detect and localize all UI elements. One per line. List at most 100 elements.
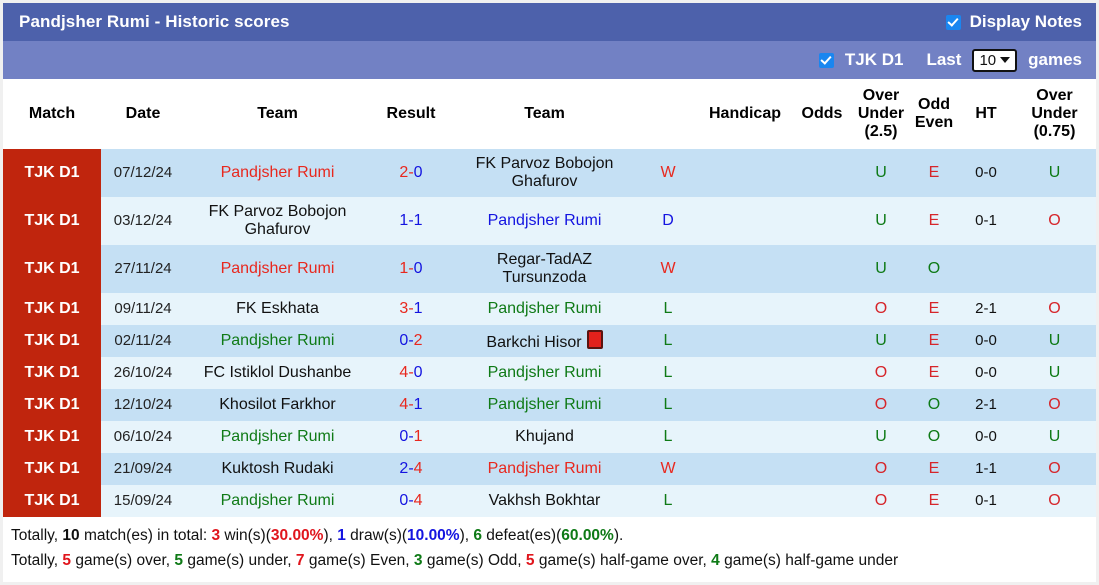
table-row[interactable]: TJK D1 26/10/24 FC Istiklol Dushanbe 4-0 Pan… xyxy=(3,357,1096,389)
oe-line1: Odd xyxy=(918,96,950,114)
filter-bar: TJK D1 Last 10 games xyxy=(3,41,1096,79)
cell-team-home[interactable]: Pandjsher Rumi xyxy=(185,485,370,517)
table-body: TJK D1 07/12/24 Pandjsher Rumi 2-0 FK Parvoz… xyxy=(3,149,1096,517)
chevron-down-icon xyxy=(1000,57,1011,63)
table-row[interactable]: TJK D1 15/09/24 Pandjsher Rumi 0-4 Vakhsh Bo… xyxy=(3,485,1096,517)
table-row[interactable]: TJK D1 03/12/24 FK Parvoz Bobojon Ghafurov… xyxy=(3,197,1096,245)
cell-team-away[interactable]: Barkchi Hisor xyxy=(452,325,637,357)
table-row[interactable]: TJK D1 27/11/24 Pandjsher Rumi 1-0 Regar-Tad… xyxy=(3,245,1096,293)
score-away: 1 xyxy=(413,395,423,413)
cell-result[interactable]: 0-4 xyxy=(370,485,452,517)
table-row[interactable]: TJK D1 02/11/24 Pandjsher Rumi 0-2 Barkchi H… xyxy=(3,325,1096,357)
cell-date: 21/09/24 xyxy=(113,460,173,478)
summary-even-count: 7 xyxy=(295,552,305,570)
column-header-handicap[interactable]: Handicap xyxy=(699,79,791,149)
games-count-value: 10 xyxy=(979,51,997,69)
cell-match[interactable]: TJK D1 xyxy=(3,245,101,293)
cell-match[interactable]: TJK D1 xyxy=(3,357,101,389)
score-away: 0 xyxy=(413,163,423,181)
column-header-result[interactable]: Result xyxy=(370,79,452,149)
cell-ht-score: 2-1 xyxy=(975,300,997,318)
cell-date: 15/09/24 xyxy=(113,492,173,510)
cell-match[interactable]: TJK D1 xyxy=(3,453,101,485)
column-header-over-under-075[interactable]: Over Under (0.75) xyxy=(1013,79,1096,149)
cell-odd-even: E xyxy=(928,491,940,509)
cell-ht-score: 0-1 xyxy=(975,212,997,230)
cell-odd-even: E xyxy=(928,211,940,229)
team-away-name: Pandjsher Rumi xyxy=(487,459,602,477)
cell-result[interactable]: 2-0 xyxy=(370,149,452,197)
cell-team-home[interactable]: Pandjsher Rumi xyxy=(185,149,370,197)
summary2-text-6: game(s) half-game under xyxy=(719,552,899,570)
column-header-match[interactable]: Match xyxy=(3,79,101,149)
cell-odds xyxy=(791,149,853,197)
team-away-name: Pandjsher Rumi xyxy=(487,299,602,317)
table-row[interactable]: TJK D1 21/09/24 Kuktosh Rudaki 2-4 Pandjsher… xyxy=(3,453,1096,485)
column-header-date[interactable]: Date xyxy=(101,79,185,149)
cell-team-away[interactable]: Pandjsher Rumi xyxy=(452,197,637,245)
cell-result[interactable]: 4-0 xyxy=(370,357,452,389)
cell-team-home[interactable]: Kuktosh Rudaki xyxy=(185,453,370,485)
cell-team-home[interactable]: Pandjsher Rumi xyxy=(185,421,370,453)
cell-team-home[interactable]: Pandjsher Rumi xyxy=(185,245,370,293)
cell-team-home[interactable]: FK Eskhata xyxy=(185,293,370,325)
cell-result[interactable]: 3-1 xyxy=(370,293,452,325)
table-row[interactable]: TJK D1 12/10/24 Khosilot Farkhor 4-1 Pandjsh… xyxy=(3,389,1096,421)
summary-win-pct: 30.00% xyxy=(270,527,324,544)
summary-defeat-pct: 60.00% xyxy=(561,527,614,544)
table-header-row: Match Date Team Result Team Handicap Odd… xyxy=(3,79,1096,149)
table-row[interactable]: TJK D1 06/10/24 Pandjsher Rumi 0-1 Khujand L U… xyxy=(3,421,1096,453)
cell-team-away[interactable]: Pandjsher Rumi xyxy=(452,293,637,325)
column-header-odds[interactable]: Odds xyxy=(791,79,853,149)
cell-match[interactable]: TJK D1 xyxy=(3,149,101,197)
column-header-over-under-25[interactable]: Over Under (2.5) xyxy=(853,79,909,149)
games-count-select[interactable]: 10 xyxy=(972,48,1018,72)
cell-date: 12/10/24 xyxy=(113,396,173,414)
cell-team-home[interactable]: Khosilot Farkhor xyxy=(185,389,370,421)
last-label: Last xyxy=(926,50,962,69)
column-header-team-home[interactable]: Team xyxy=(185,79,370,149)
cell-team-away[interactable]: Vakhsh Bokhtar xyxy=(452,485,637,517)
cell-team-away[interactable]: Pandjsher Rumi xyxy=(452,357,637,389)
cell-match[interactable]: TJK D1 xyxy=(3,325,101,357)
cell-result-indicator: L xyxy=(663,395,673,413)
cell-team-home[interactable]: FK Parvoz Bobojon Ghafurov xyxy=(185,197,370,245)
cell-team-away[interactable]: Pandjsher Rumi xyxy=(452,453,637,485)
column-header-team-away[interactable]: Team xyxy=(452,79,637,149)
cell-team-away[interactable]: Pandjsher Rumi xyxy=(452,389,637,421)
cell-match[interactable]: TJK D1 xyxy=(3,389,101,421)
cell-team-away[interactable]: Khujand xyxy=(452,421,637,453)
cell-match[interactable]: TJK D1 xyxy=(3,421,101,453)
table-row[interactable]: TJK D1 07/12/24 Pandjsher Rumi 2-0 FK Parvoz… xyxy=(3,149,1096,197)
summary-draw-pct: 10.00% xyxy=(407,527,460,544)
score-home: 3 xyxy=(399,299,409,317)
cell-team-away[interactable]: Regar-TadAZ Tursunzoda xyxy=(452,245,637,293)
oe-line2: Even xyxy=(914,114,954,131)
league-filter-checkbox[interactable] xyxy=(818,52,834,68)
table-row[interactable]: TJK D1 09/11/24 FK Eskhata 3-1 Pandjsher Rum… xyxy=(3,293,1096,325)
team-away-name: Vakhsh Bokhtar xyxy=(488,491,601,509)
cell-result[interactable]: 0-1 xyxy=(370,421,452,453)
cell-team-home[interactable]: Pandjsher Rumi xyxy=(185,325,370,357)
column-header-odd-even[interactable]: Odd Even xyxy=(909,79,959,149)
display-notes-checkbox[interactable] xyxy=(945,14,961,30)
cell-match[interactable]: TJK D1 xyxy=(3,197,101,245)
cell-team-home[interactable]: FC Istiklol Dushanbe xyxy=(185,357,370,389)
league-filter-label: TJK D1 xyxy=(844,50,904,69)
summary2-text-4: game(s) Odd, xyxy=(422,552,526,570)
cell-result[interactable]: 1-0 xyxy=(370,245,452,293)
historic-scores-table: Match Date Team Result Team Handicap Odd… xyxy=(3,79,1096,517)
summary2-text-1: game(s) over, xyxy=(71,552,175,570)
cell-match[interactable]: TJK D1 xyxy=(3,293,101,325)
summary-line-markets: Totally, 5 game(s) over, 5 game(s) under… xyxy=(11,548,1088,573)
cell-over-under-075: U xyxy=(1048,427,1061,445)
cell-result[interactable]: 1-1 xyxy=(370,197,452,245)
column-header-ht[interactable]: HT xyxy=(959,79,1013,149)
cell-ht-score: 0-1 xyxy=(975,492,997,510)
cell-team-away[interactable]: FK Parvoz Bobojon Ghafurov xyxy=(452,149,637,197)
score-away: 1 xyxy=(413,427,423,445)
cell-result[interactable]: 2-4 xyxy=(370,453,452,485)
cell-result[interactable]: 0-2 xyxy=(370,325,452,357)
cell-match[interactable]: TJK D1 xyxy=(3,485,101,517)
cell-result[interactable]: 4-1 xyxy=(370,389,452,421)
